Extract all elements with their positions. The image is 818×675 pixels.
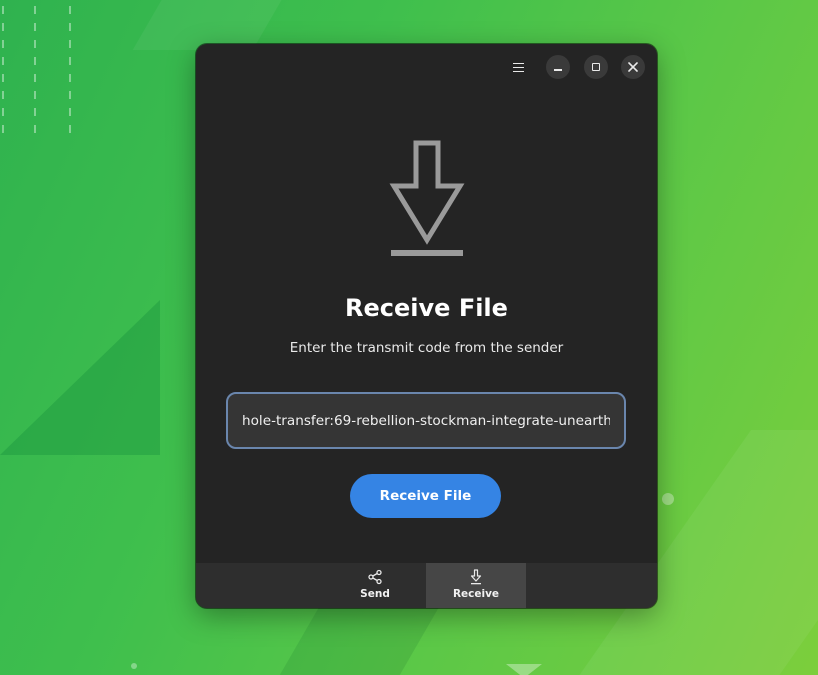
titlebar	[196, 44, 657, 90]
tab-receive[interactable]: Receive	[426, 563, 526, 608]
transmit-code-input[interactable]	[226, 392, 626, 449]
tab-receive-label: Receive	[452, 588, 500, 600]
wallpaper-shape	[132, 0, 288, 50]
minimize-button[interactable]	[546, 55, 570, 79]
page-title: Receive File	[345, 294, 508, 322]
main-menu-button[interactable]	[503, 55, 533, 79]
bottom-view-switcher: Send Receive	[196, 563, 657, 608]
wallpaper-circle	[662, 493, 674, 505]
wallpaper-triangle	[0, 300, 160, 455]
wallpaper-shape	[276, 600, 444, 675]
maximize-icon	[592, 63, 600, 71]
download-icon	[470, 569, 482, 585]
page-subtitle: Enter the transmit code from the sender	[289, 340, 564, 356]
minimize-icon	[554, 69, 562, 71]
close-icon	[628, 62, 638, 72]
wallpaper-dot	[131, 663, 137, 669]
app-window: Receive File Enter the transmit code fro…	[196, 44, 657, 608]
wallpaper-dash-pattern	[2, 6, 71, 136]
tab-send-label: Send	[360, 588, 390, 600]
download-arrow-icon	[389, 140, 465, 256]
close-button[interactable]	[621, 55, 645, 79]
receive-file-button[interactable]: Receive File	[350, 474, 501, 518]
maximize-button[interactable]	[584, 55, 608, 79]
wallpaper-triangle	[506, 664, 542, 675]
tab-send[interactable]: Send	[325, 563, 425, 608]
menu-icon	[512, 62, 524, 72]
share-icon	[368, 569, 382, 585]
